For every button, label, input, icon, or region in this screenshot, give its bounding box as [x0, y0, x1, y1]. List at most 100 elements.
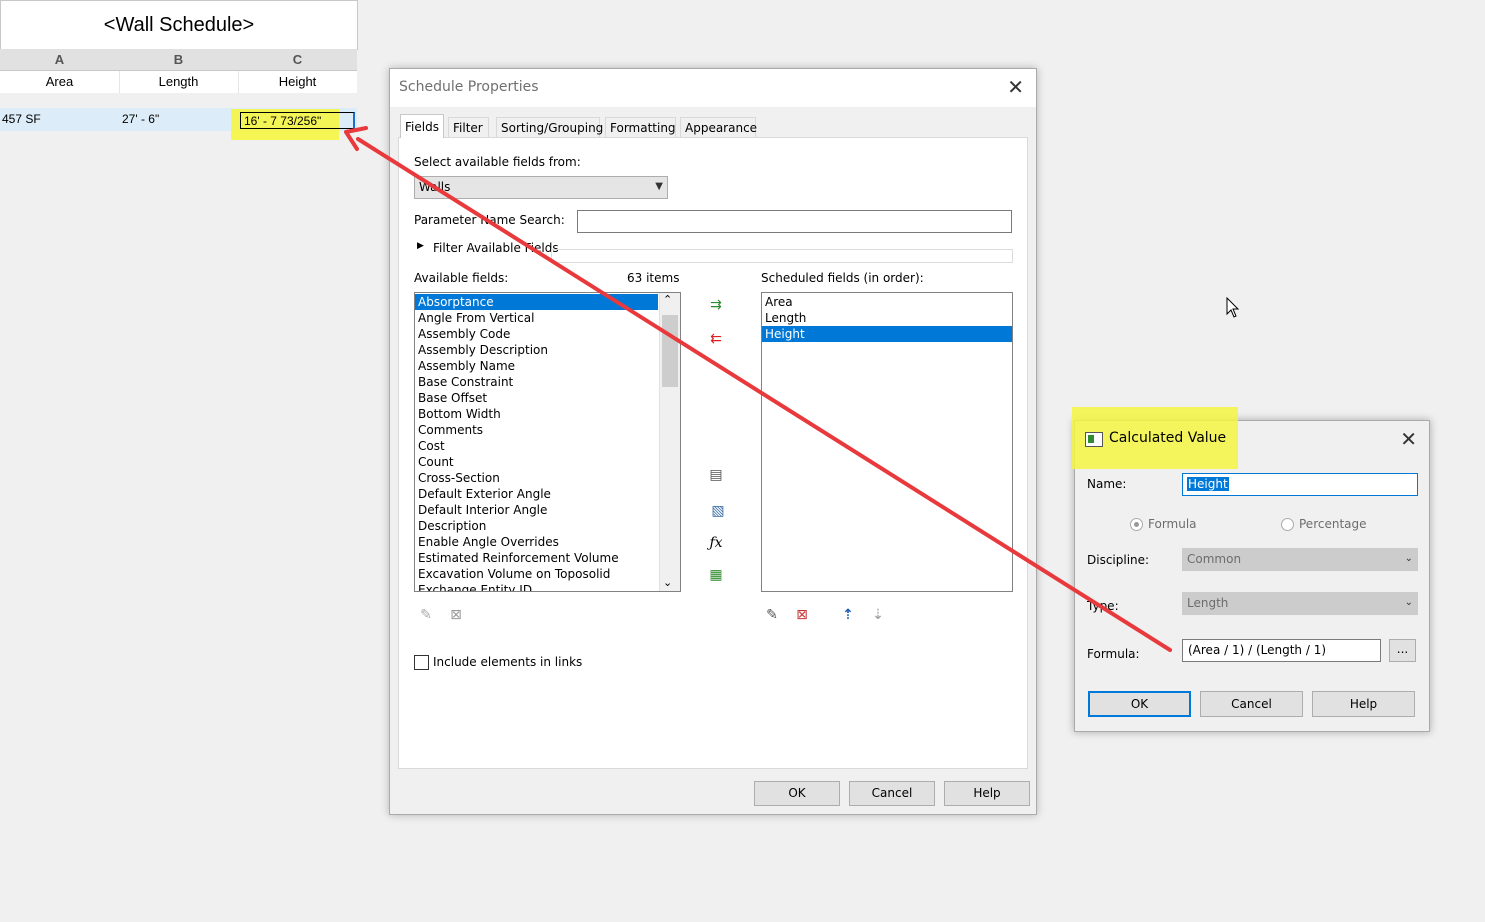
formula-radio[interactable]: [1130, 518, 1143, 531]
formula-radio-label[interactable]: Formula: [1148, 517, 1197, 531]
type-label: Type:: [1087, 599, 1119, 613]
percentage-radio-label[interactable]: Percentage: [1299, 517, 1367, 531]
combine-parameters-icon[interactable]: ▦: [705, 564, 727, 586]
wall-schedule: <Wall Schedule> A B C Area Length Height…: [0, 0, 358, 140]
mouse-cursor-icon: [1226, 297, 1240, 318]
chevron-down-icon: ⌄: [1404, 553, 1413, 564]
cell-area[interactable]: 457 SF: [2, 108, 41, 131]
edit-parameter-icon[interactable]: ▧: [707, 500, 729, 522]
expand-arrow-icon[interactable]: ▶: [417, 241, 424, 251]
formula-icon[interactable]: ƒx: [705, 532, 727, 554]
scheduled-label: Scheduled fields (in order):: [761, 271, 924, 285]
list-item[interactable]: Description: [415, 518, 680, 534]
list-item[interactable]: Area: [762, 294, 1012, 310]
list-item[interactable]: Angle From Vertical: [415, 310, 680, 326]
list-item[interactable]: Count: [415, 454, 680, 470]
help-button[interactable]: Help: [944, 781, 1030, 806]
dialog-title: Calculated Value: [1109, 430, 1227, 446]
header-area[interactable]: Area: [0, 71, 120, 93]
param-search-label: Parameter Name Search:: [414, 213, 565, 227]
list-item[interactable]: Assembly Name: [415, 358, 680, 374]
name-value: Height: [1187, 477, 1229, 491]
type-select[interactable]: Length ⌄: [1182, 592, 1418, 615]
tab-sorting-grouping[interactable]: Sorting/Grouping: [496, 117, 603, 137]
cell-length[interactable]: 27' - 6": [122, 108, 159, 131]
list-item[interactable]: Base Constraint: [415, 374, 680, 390]
param-search-input[interactable]: [577, 210, 1012, 233]
list-item[interactable]: Exchange Entity ID: [415, 582, 680, 591]
type-value: Length: [1187, 596, 1229, 610]
cell-height[interactable]: 16' - 7 73/256": [240, 112, 355, 129]
available-label: Available fields:: [414, 271, 509, 285]
list-item[interactable]: Estimated Reinforcement Volume: [415, 550, 680, 566]
tab-formatting[interactable]: Formatting: [605, 117, 676, 137]
ok-button[interactable]: OK: [754, 781, 840, 806]
discipline-select[interactable]: Common ⌄: [1182, 548, 1418, 571]
list-item[interactable]: Comments: [415, 422, 680, 438]
formula-browse-button[interactable]: ...: [1389, 639, 1416, 662]
chevron-up-icon[interactable]: ⌃: [663, 293, 672, 306]
scroll-thumb[interactable]: [662, 315, 678, 387]
help-button[interactable]: Help: [1312, 691, 1415, 717]
column-b[interactable]: B: [119, 49, 238, 70]
list-item[interactable]: Height: [762, 326, 1012, 342]
chevron-down-icon: ⌄: [1404, 597, 1413, 608]
move-down-icon[interactable]: ⇣: [867, 604, 889, 626]
cancel-button[interactable]: Cancel: [849, 781, 935, 806]
dialog-title: Schedule Properties: [399, 79, 539, 95]
scheduled-fields-list[interactable]: Area Length Height: [761, 292, 1013, 592]
column-c[interactable]: C: [238, 49, 357, 70]
list-item[interactable]: Excavation Volume on Toposolid: [415, 566, 680, 582]
list-item[interactable]: Assembly Description: [415, 342, 680, 358]
tab-fields[interactable]: Fields: [400, 114, 444, 138]
items-count: 63 items: [627, 271, 680, 285]
formula-input[interactable]: (Area / 1) / (Length / 1): [1182, 639, 1381, 662]
filter-available-label[interactable]: Filter Available Fields: [433, 241, 559, 255]
column-a[interactable]: A: [0, 49, 119, 70]
list-item[interactable]: Absorptance: [415, 294, 658, 310]
delete-parameter-icon[interactable]: ⊠: [445, 604, 467, 626]
include-links-label[interactable]: Include elements in links: [433, 655, 582, 669]
delete-parameter-icon[interactable]: ⊠: [791, 604, 813, 626]
new-parameter-icon[interactable]: ▤: [705, 464, 727, 486]
column-letters: A B C: [0, 49, 357, 71]
list-item[interactable]: Default Interior Angle: [415, 502, 680, 518]
header-height[interactable]: Height: [238, 71, 357, 93]
discipline-label: Discipline:: [1087, 553, 1150, 567]
available-fields-list[interactable]: Absorptance Angle From Vertical Assembly C…: [414, 292, 681, 592]
move-up-icon[interactable]: ⇡: [837, 604, 859, 626]
filter-divider: [551, 249, 1013, 263]
list-item[interactable]: Base Offset: [415, 390, 680, 406]
percentage-radio[interactable]: [1281, 518, 1294, 531]
edit-icon[interactable]: ✎: [415, 604, 437, 626]
calculated-value-dialog: Calculated Value ✕ Name: Height Formula …: [1072, 407, 1430, 732]
cancel-button[interactable]: Cancel: [1200, 691, 1303, 717]
tab-filter[interactable]: Filter: [448, 117, 489, 137]
ok-button[interactable]: OK: [1088, 691, 1191, 717]
list-item[interactable]: Cost: [415, 438, 680, 454]
list-item[interactable]: Bottom Width: [415, 406, 680, 422]
chevron-down-icon[interactable]: ⌄: [663, 576, 672, 589]
title-bar: Calculated Value ✕: [1075, 421, 1429, 459]
list-item[interactable]: Length: [762, 310, 1012, 326]
schedule-title: <Wall Schedule>: [0, 0, 358, 50]
scrollbar[interactable]: ⌃ ⌄: [659, 293, 680, 591]
include-links-checkbox[interactable]: [414, 655, 429, 670]
name-input[interactable]: Height: [1182, 473, 1418, 496]
edit-icon[interactable]: ✎: [761, 604, 783, 626]
list-item[interactable]: Enable Angle Overrides: [415, 534, 680, 550]
chevron-down-icon: ▼: [655, 181, 663, 192]
remove-field-icon[interactable]: ⇇: [705, 328, 727, 350]
add-field-icon[interactable]: ⇉: [705, 294, 727, 316]
close-icon[interactable]: ✕: [1400, 427, 1417, 451]
schedule-header-row: Area Length Height: [0, 71, 357, 93]
category-select[interactable]: Walls ▼: [414, 176, 668, 199]
tab-appearance[interactable]: Appearance: [680, 117, 757, 137]
header-length[interactable]: Length: [119, 71, 239, 93]
list-item[interactable]: Default Exterior Angle: [415, 486, 680, 502]
close-icon[interactable]: ✕: [1007, 75, 1024, 99]
list-item[interactable]: Assembly Code: [415, 326, 680, 342]
formula-value: (Area / 1) / (Length / 1): [1188, 643, 1327, 657]
app-icon: [1085, 432, 1103, 447]
list-item[interactable]: Cross-Section: [415, 470, 680, 486]
